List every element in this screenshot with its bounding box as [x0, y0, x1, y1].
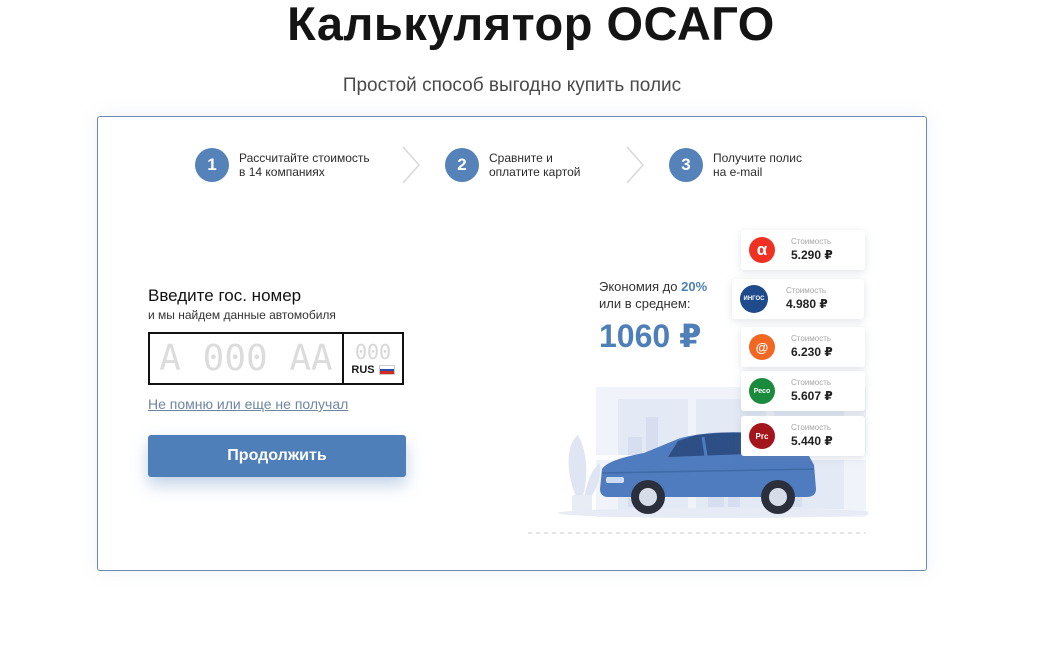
insurer-card: ИНГОС Стоимость 4.980 ₽	[732, 279, 864, 319]
insurer-card: Ргс Стоимость 5.440 ₽	[741, 416, 865, 456]
page-title: Калькулятор ОСАГО	[287, 0, 775, 50]
insurer-card: @ Стоимость 6.230 ₽	[741, 327, 865, 367]
forgot-plate-link[interactable]: Не помню или еще не получал	[148, 396, 348, 412]
alfa-logo-icon: α	[749, 237, 775, 263]
step-1: 1 Рассчитайте стоимость в 14 компаниях	[195, 148, 389, 182]
step-2: 2 Сравните и оплатите картой	[445, 148, 639, 182]
savings-percent: 20%	[681, 279, 708, 294]
price-label: Стоимость	[791, 334, 832, 343]
step-text: Сравните и оплатите картой	[489, 151, 581, 179]
step-number: 1	[195, 148, 229, 182]
reso-logo-icon: Ресо	[749, 378, 775, 404]
savings-prefix: Экономия до	[599, 279, 682, 294]
russia-flag-icon	[378, 365, 395, 375]
chevron-right-icon	[402, 146, 421, 184]
country-code: RUS	[351, 364, 395, 376]
plate-number-section	[150, 334, 344, 383]
plate-number-input[interactable]	[156, 338, 336, 379]
insurer-card: Ресо Стоимость 5.607 ₽	[741, 371, 865, 411]
ingos-logo-icon: ИНГОС	[740, 285, 768, 313]
insurer-info: Стоимость 6.230 ₽	[791, 334, 833, 360]
country-label: RUS	[351, 364, 375, 376]
license-plate-field: RUS	[148, 332, 404, 385]
step-text: Рассчитайте стоимость в 14 компаниях	[239, 151, 370, 179]
step-3: 3 Получите полис на e-mail	[669, 148, 863, 182]
price-label: Стоимость	[791, 237, 832, 246]
insurer-info: Стоимость 5.440 ₽	[791, 423, 833, 449]
page-subtitle: Простой способ выгодно купить полис	[342, 75, 682, 96]
ergo-logo-icon: @	[749, 334, 775, 360]
plate-form-subtitle: и мы найдем данные автомобиля	[148, 308, 336, 322]
plate-region-section: RUS	[344, 334, 402, 383]
calculator-card: 1 Рассчитайте стоимость в 14 компаниях 2…	[97, 116, 927, 571]
rgs-logo-icon: Ргс	[749, 423, 775, 449]
savings-text: Экономия до 20% или в среднем:	[599, 278, 707, 312]
step-number: 3	[669, 148, 703, 182]
insurer-card: α Стоимость 5.290 ₽	[741, 230, 865, 270]
savings-amount: 1060 ₽	[599, 318, 702, 354]
price-label: Стоимость	[791, 423, 832, 432]
insurer-info: Стоимость 4.980 ₽	[786, 286, 828, 312]
insurer-price: 5.607 ₽	[791, 389, 833, 403]
savings-line2: или в среднем:	[599, 296, 691, 311]
insurer-price: 5.440 ₽	[791, 434, 833, 448]
insurer-price: 5.290 ₽	[791, 248, 833, 262]
continue-button[interactable]: Продолжить	[148, 435, 406, 477]
step-number: 2	[445, 148, 479, 182]
insurer-price: 4.980 ₽	[786, 297, 828, 311]
chevron-right-icon	[626, 146, 645, 184]
price-label: Стоимость	[791, 378, 832, 387]
price-label: Стоимость	[786, 286, 827, 295]
plate-region-input[interactable]	[348, 341, 398, 363]
insurer-info: Стоимость 5.607 ₽	[791, 378, 833, 404]
insurer-price: 6.230 ₽	[791, 345, 833, 359]
plate-form-title: Введите гос. номер	[148, 286, 302, 305]
step-text: Получите полис на e-mail	[713, 151, 802, 179]
insurer-info: Стоимость 5.290 ₽	[791, 237, 833, 263]
page: Калькулятор ОСАГО Простой способ выгодно…	[0, 0, 1062, 651]
